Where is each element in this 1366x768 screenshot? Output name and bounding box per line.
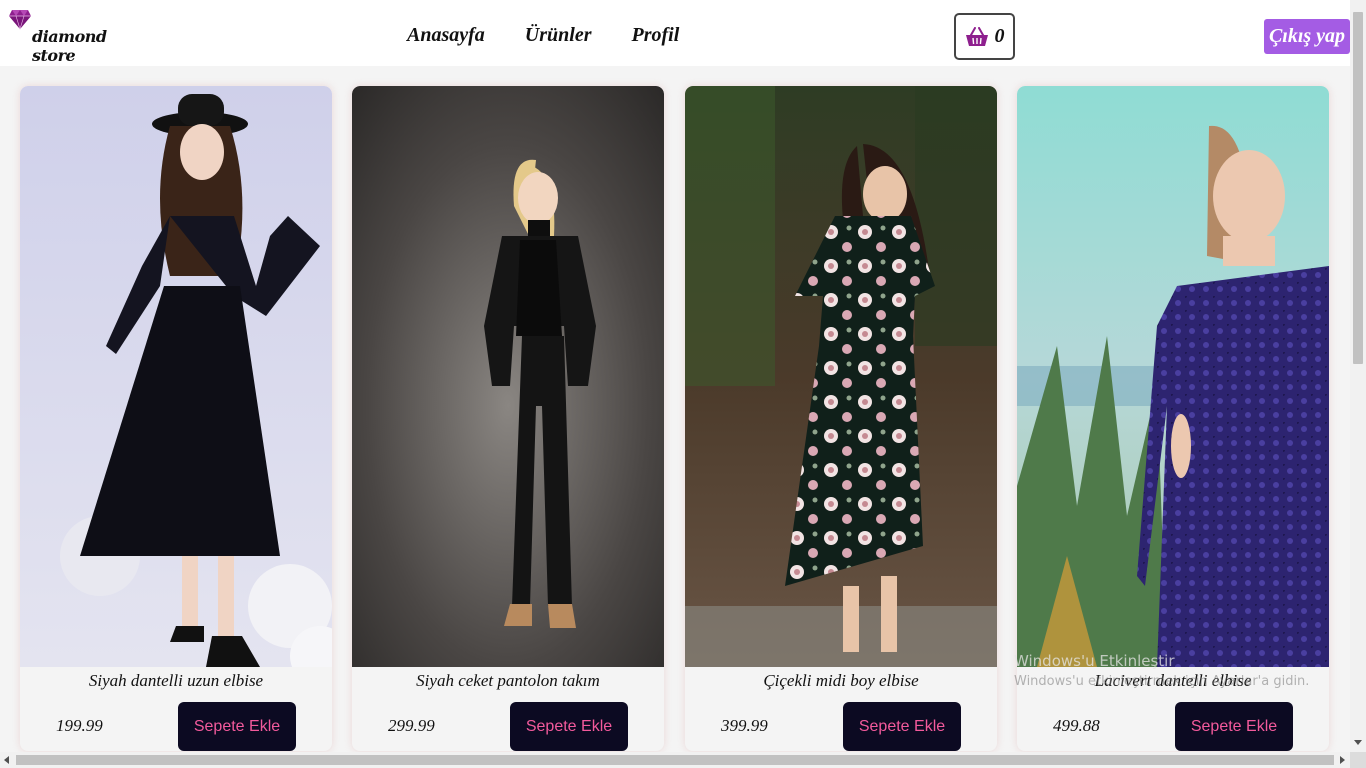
vertical-scrollbar-thumb[interactable]: [1353, 12, 1363, 364]
product-name: Siyah ceket pantolon takım: [416, 671, 600, 690]
nav-item-profile[interactable]: Profil: [632, 24, 680, 47]
nav-item-home[interactable]: Anasayfa: [407, 24, 485, 47]
diamond-icon: [9, 10, 31, 30]
add-to-cart-button[interactable]: Sepete Ekle: [843, 702, 961, 751]
logout-button[interactable]: Çıkış yap: [1264, 19, 1350, 54]
product-name: Lacivert dantelli elbise: [1094, 671, 1252, 690]
product-name: Siyah dantelli uzun elbise: [88, 671, 264, 690]
nav-item-products[interactable]: Ürünler: [525, 24, 592, 47]
product-price: 199.99: [56, 716, 103, 735]
add-to-cart-button[interactable]: Sepete Ekle: [178, 702, 296, 751]
add-to-cart-button[interactable]: Sepete Ekle: [510, 702, 628, 751]
product-price: 499.88: [1053, 716, 1100, 735]
product-card: Siyah dantelli uzun elbise 199.99 Sepete…: [20, 86, 332, 751]
scrollbar-corner: [1350, 752, 1366, 768]
main-nav: Anasayfa Ürünler Profil: [407, 24, 679, 47]
brand-name: diamond store: [32, 27, 107, 65]
scroll-right-arrow-icon[interactable]: [1340, 756, 1346, 764]
product-card: Siyah ceket pantolon takım 299.99 Sepete…: [352, 86, 664, 751]
product-price: 299.99: [388, 716, 435, 735]
horizontal-scrollbar-thumb[interactable]: [16, 755, 1334, 765]
brand-logo[interactable]: diamond store: [8, 8, 148, 65]
cart-button[interactable]: 0: [954, 13, 1015, 60]
scroll-left-arrow-icon[interactable]: [4, 756, 10, 764]
product-price: 399.99: [721, 716, 768, 735]
product-name: Çiçekli midi boy elbise: [763, 671, 919, 690]
product-image[interactable]: [685, 86, 997, 667]
product-image[interactable]: [352, 86, 664, 667]
product-image[interactable]: [1017, 86, 1329, 667]
top-navbar: diamond store Anasayfa Ürünler Profil 0 …: [0, 0, 1350, 66]
add-to-cart-button[interactable]: Sepete Ekle: [1175, 702, 1293, 751]
product-card: Lacivert dantelli elbise 499.88 Sepete E…: [1017, 86, 1329, 751]
product-image[interactable]: [20, 86, 332, 667]
vertical-scrollbar[interactable]: [1350, 0, 1366, 752]
shopping-basket-icon: [965, 26, 988, 46]
scroll-down-arrow-icon[interactable]: [1354, 740, 1362, 746]
horizontal-scrollbar[interactable]: [0, 752, 1350, 768]
cart-count: 0: [994, 25, 1005, 47]
product-card: Çiçekli midi boy elbise 399.99 Sepete Ek…: [685, 86, 997, 751]
